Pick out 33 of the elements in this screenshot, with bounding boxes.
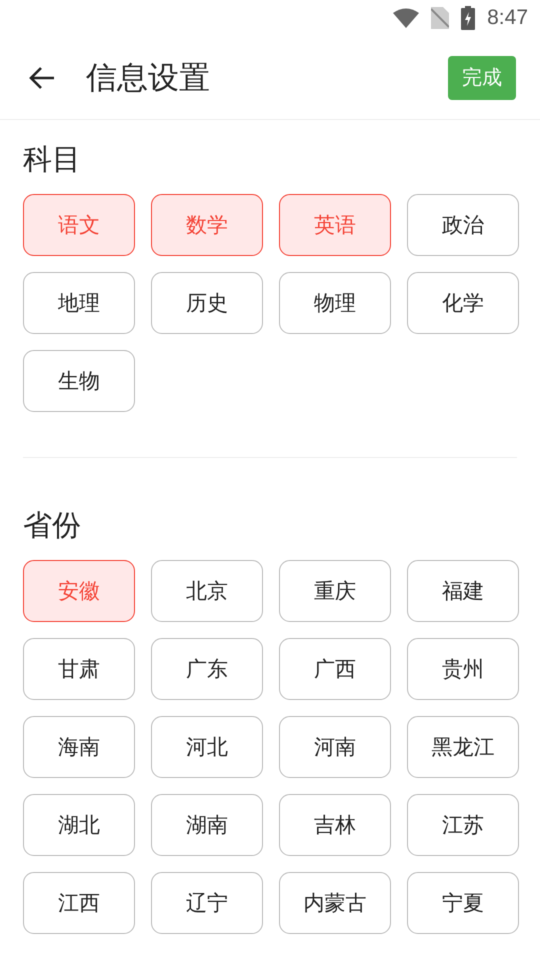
section-title: 省份 — [22, 507, 82, 544]
option-chip[interactable]: 吉林 — [279, 794, 391, 856]
option-chip[interactable]: 历史 — [151, 272, 263, 334]
option-chip[interactable]: 内蒙古 — [279, 872, 391, 934]
option-chip[interactable]: 广东 — [151, 638, 263, 700]
option-chip[interactable]: 湖北 — [23, 794, 135, 856]
option-chip[interactable]: 辽宁 — [151, 872, 263, 934]
section-title: 科目 — [22, 141, 82, 178]
page-title: 信息设置 — [86, 58, 211, 98]
battery-charging-icon — [461, 6, 476, 30]
option-chip[interactable]: 广西 — [279, 638, 391, 700]
option-chip[interactable]: 福建 — [407, 560, 519, 622]
no-sim-icon — [431, 7, 450, 29]
option-chip[interactable]: 海南 — [23, 716, 135, 778]
option-chip[interactable]: 物理 — [279, 272, 391, 334]
option-chip[interactable]: 河北 — [151, 716, 263, 778]
option-chip[interactable]: 生物 — [23, 350, 135, 412]
option-chip[interactable]: 黑龙江 — [407, 716, 519, 778]
option-chip[interactable]: 地理 — [23, 272, 135, 334]
status-time: 8:47 — [487, 6, 528, 30]
option-chip[interactable]: 河南 — [279, 716, 391, 778]
back-arrow-icon[interactable] — [28, 66, 56, 90]
option-chip[interactable]: 江西 — [23, 872, 135, 934]
option-chip[interactable]: 化学 — [407, 272, 519, 334]
wifi-icon — [393, 8, 420, 28]
option-chip[interactable]: 北京 — [151, 560, 263, 622]
option-chip[interactable]: 政治 — [407, 194, 519, 256]
option-chip[interactable]: 重庆 — [279, 560, 391, 622]
option-chip[interactable]: 贵州 — [407, 638, 519, 700]
option-chip[interactable]: 宁夏 — [407, 872, 519, 934]
option-chip[interactable]: 甘肃 — [23, 638, 135, 700]
option-chip[interactable]: 湖南 — [151, 794, 263, 856]
option-chip[interactable]: 江苏 — [407, 794, 519, 856]
